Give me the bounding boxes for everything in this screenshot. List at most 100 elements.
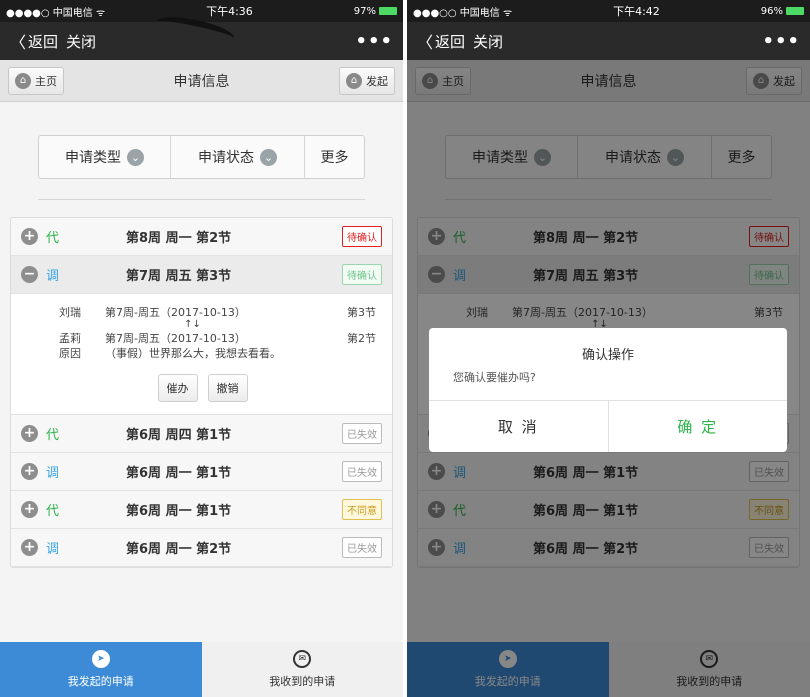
plus-icon[interactable]: + <box>21 463 38 480</box>
phone-screen-right: ●●●○○ 中国电信 ᯤ 下午4:42 96% 〈 返回 关闭 ••• ⌂ 主页 … <box>407 0 810 697</box>
filter-status-dropdown[interactable]: 申请状态 ⌄ <box>171 136 305 178</box>
request-title: 第6周 周四 第1节 <box>126 428 232 443</box>
chevron-left-icon[interactable]: 〈 <box>417 29 433 53</box>
status-badge: 待确认 <box>342 264 382 285</box>
swap-arrows-icon: ↑↓ <box>184 319 201 330</box>
request-detail: 刘瑞 第7周-周五（2017-10-13） 第3节 ↑↓ 孟莉 第7周-周五（2… <box>11 294 392 415</box>
list-item[interactable]: + 代 第6周 周一 第1节 不同意 <box>11 491 392 529</box>
detail-line: 孟莉 第7周-周五（2017-10-13） 第2节 <box>59 330 376 345</box>
list-item[interactable]: + 调 第6周 周一 第1节 已失效 <box>11 453 392 491</box>
request-title: 第6周 周一 第1节 <box>126 466 232 481</box>
home-icon: ⌂ <box>15 72 31 89</box>
request-kind: 调 <box>46 542 60 557</box>
request-title: 第7周 周五 第3节 <box>126 269 232 284</box>
home-button[interactable]: ⌂ 主页 <box>8 66 64 95</box>
dialog-cancel-button[interactable]: 取 消 <box>429 401 609 452</box>
nav-actions: 〈 返回 关闭 <box>417 29 503 53</box>
status-bar: ●●●○○ 中国电信 ᯤ 下午4:42 96% <box>407 0 810 22</box>
detail-section: 第2节 <box>347 331 376 345</box>
filter-more-label: 更多 <box>320 150 349 166</box>
list-item[interactable]: + 调 第6周 周一 第2节 已失效 <box>11 529 392 567</box>
tab-label: 我发起的申请 <box>67 675 134 688</box>
filter-more-button[interactable]: 更多 <box>305 136 364 178</box>
launch-label: 发起 <box>366 74 388 88</box>
carrier-label: ●●●○○ 中国电信 ᯤ <box>413 7 513 19</box>
minus-icon[interactable]: − <box>21 266 38 283</box>
plus-icon[interactable]: + <box>21 425 38 442</box>
revoke-button[interactable]: 撤销 <box>207 374 248 402</box>
chevron-down-icon: ⌄ <box>260 148 277 166</box>
status-badge: 已失效 <box>342 537 382 558</box>
tab-my-requests[interactable]: ➤ 我发起的申请 <box>0 642 202 697</box>
page-title: 申请信息 <box>173 73 230 90</box>
status-bar: ●●●●○ 中国电信 ᯤ 下午4:36 97% <box>0 0 403 22</box>
close-button[interactable]: 关闭 <box>473 31 503 52</box>
plus-icon[interactable]: + <box>21 501 38 518</box>
teacher-name: 孟莉 <box>59 331 81 345</box>
list-item[interactable]: − 调 第7周 周五 第3节 待确认 <box>11 256 392 294</box>
tab-bar: ➤ 我发起的申请 ✉ 我收到的申请 <box>0 642 403 697</box>
request-title: 第8周 周一 第2节 <box>126 231 232 246</box>
status-time: 下午4:36 <box>206 5 253 18</box>
battery-percent: 96% <box>760 5 783 17</box>
teacher-name: 刘瑞 <box>59 305 81 319</box>
tab-label: 我收到的申请 <box>269 675 336 688</box>
battery-indicator: 96% <box>761 6 804 17</box>
header-bar: ⌂ 主页 申请信息 ⌂ 发起 <box>0 60 403 102</box>
battery-indicator: 97% <box>354 6 397 17</box>
request-kind: 代 <box>46 428 60 443</box>
battery-icon <box>379 6 397 15</box>
request-list: + 代 第8周 周一 第2节 待确认 − 调 第7周 周五 第3节 待确认 刘瑞… <box>10 217 393 568</box>
battery-icon <box>786 6 804 15</box>
carrier-label: ●●●●○ 中国电信 ᯤ <box>6 7 106 19</box>
request-kind: 代 <box>46 231 60 246</box>
phone-screen-left: ●●●●○ 中国电信 ᯤ 下午4:36 97% 〈 返回 关闭 ••• ⌂ 主页 … <box>0 0 403 697</box>
launch-button[interactable]: ⌂ 发起 <box>339 66 395 95</box>
status-badge: 已失效 <box>342 461 382 482</box>
filter-status-label: 申请状态 <box>198 150 254 166</box>
dialog-actions: 取 消 确 定 <box>429 400 787 452</box>
back-button[interactable]: 返回 <box>435 31 465 52</box>
request-kind: 调 <box>46 269 60 284</box>
filter-type-dropdown[interactable]: 申请类型 ⌄ <box>39 136 171 178</box>
dialog-message: 您确认要催办吗? <box>453 371 536 384</box>
battery-percent: 97% <box>353 5 376 17</box>
divider <box>38 199 365 200</box>
chevron-left-icon[interactable]: 〈 <box>10 29 26 53</box>
urge-button[interactable]: 催办 <box>157 374 198 402</box>
dialog-title: 确认操作 <box>581 348 634 363</box>
more-menu-button[interactable]: ••• <box>762 31 800 52</box>
dialog-confirm-button[interactable]: 确 定 <box>609 401 788 452</box>
home-label: 主页 <box>35 74 57 88</box>
filter-type-label: 申请类型 <box>65 150 121 166</box>
confirm-dialog: 确认操作 您确认要催办吗? 取 消 确 定 <box>429 328 787 452</box>
status-badge: 已失效 <box>342 423 382 444</box>
more-menu-button[interactable]: ••• <box>355 31 393 52</box>
list-item[interactable]: + 代 第6周 周四 第1节 已失效 <box>11 415 392 453</box>
detail-actions: 催办 撤销 <box>59 374 376 402</box>
plus-icon[interactable]: + <box>21 228 38 245</box>
reason-label: 原因 <box>59 346 81 360</box>
send-icon: ➤ <box>91 650 110 668</box>
plus-icon[interactable]: + <box>21 539 38 556</box>
request-title: 第6周 周一 第2节 <box>126 542 232 557</box>
list-item[interactable]: + 代 第8周 周一 第2节 待确认 <box>11 218 392 256</box>
detail-section: 第3节 <box>347 305 376 319</box>
detail-date: 第7周-周五（2017-10-13） <box>105 331 246 345</box>
close-button[interactable]: 关闭 <box>66 31 96 52</box>
filter-bar: 申请类型 ⌄ 申请状态 ⌄ 更多 <box>38 135 365 179</box>
status-time: 下午4:42 <box>613 5 660 18</box>
request-kind: 调 <box>46 466 60 481</box>
status-badge: 待确认 <box>342 226 382 247</box>
detail-date: 第7周-周五（2017-10-13） <box>105 305 246 319</box>
chevron-down-icon: ⌄ <box>127 148 144 166</box>
back-button[interactable]: 返回 <box>28 31 58 52</box>
mail-icon: ✉ <box>293 650 312 668</box>
status-badge: 不同意 <box>342 499 382 520</box>
reason-text: （事假）世界那么大，我想去看看。 <box>105 346 281 360</box>
detail-reason: 原因 （事假）世界那么大，我想去看看。 <box>59 345 376 360</box>
tab-received-requests[interactable]: ✉ 我收到的申请 <box>201 642 403 697</box>
home-icon: ⌂ <box>346 72 362 89</box>
nav-actions: 〈 返回 关闭 <box>10 29 96 53</box>
request-title: 第6周 周一 第1节 <box>126 504 232 519</box>
